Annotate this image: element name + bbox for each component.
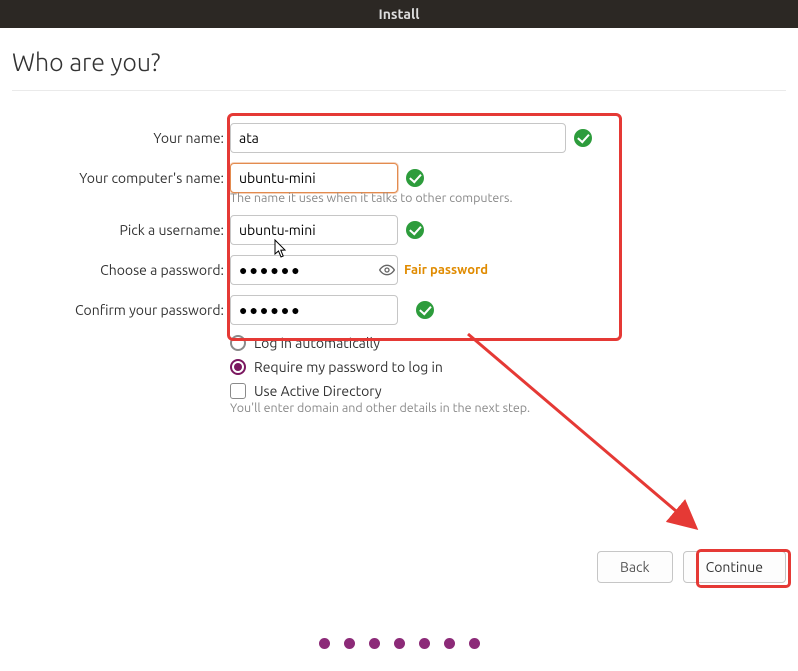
username-input[interactable] (230, 215, 398, 245)
row-your-name: Your name: (12, 123, 786, 153)
checkbox-icon (230, 383, 246, 399)
progress-dot (344, 638, 355, 649)
password-input[interactable] (230, 255, 398, 285)
computer-name-input[interactable] (230, 163, 398, 193)
radio-label: Log in automatically (254, 335, 380, 351)
check-icon (574, 129, 592, 147)
check-icon (406, 169, 424, 187)
label-computer-name: Your computer's name: (12, 170, 230, 186)
divider (12, 90, 786, 91)
continue-button[interactable]: Continue (683, 551, 786, 583)
back-button[interactable]: Back (597, 551, 673, 583)
progress-dot (419, 638, 430, 649)
radio-icon (230, 359, 246, 375)
label-confirm-password: Confirm your password: (12, 302, 230, 318)
check-icon (416, 301, 434, 319)
radio-require-password[interactable]: Require my password to log in (230, 359, 786, 375)
form-area: Your name: Your computer's name: The nam… (12, 115, 786, 415)
progress-dots (0, 638, 798, 649)
progress-dot (319, 638, 330, 649)
password-strength: Fair password (404, 263, 488, 277)
row-computer-name: Your computer's name: (12, 163, 786, 193)
window-title: Install (379, 6, 420, 22)
footer-buttons: Back Continue (597, 551, 786, 583)
progress-dot (369, 638, 380, 649)
check-icon (406, 221, 424, 239)
window-titlebar: Install (0, 0, 798, 28)
eye-icon[interactable] (378, 261, 396, 279)
radio-label: Require my password to log in (254, 359, 443, 375)
radio-auto-login[interactable]: Log in automatically (230, 335, 786, 351)
checkbox-use-ad[interactable]: Use Active Directory (230, 383, 786, 399)
progress-dot (444, 638, 455, 649)
label-your-name: Your name: (12, 130, 230, 146)
checkbox-label: Use Active Directory (254, 383, 382, 399)
installer-content: Who are you? Your name: Your computer's … (0, 28, 798, 415)
row-username: Pick a username: (12, 215, 786, 245)
label-password: Choose a password: (12, 262, 230, 278)
radio-icon (230, 335, 246, 351)
row-confirm-password: Confirm your password: (12, 295, 786, 325)
progress-dot (469, 638, 480, 649)
your-name-input[interactable] (230, 123, 566, 153)
confirm-password-input[interactable] (230, 295, 398, 325)
page-title: Who are you? (12, 48, 786, 76)
hint-computer-name: The name it uses when it talks to other … (230, 191, 786, 205)
progress-dot (394, 638, 405, 649)
label-username: Pick a username: (12, 222, 230, 238)
hint-ad: You'll enter domain and other details in… (230, 401, 786, 415)
row-password: Choose a password: Fair password (12, 255, 786, 285)
